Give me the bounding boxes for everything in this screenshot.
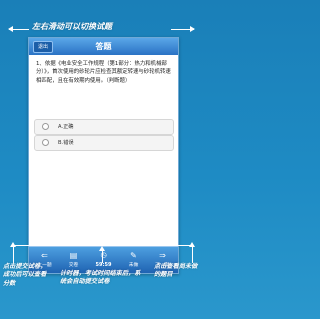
toolbar-label: 交卷 bbox=[68, 263, 79, 268]
answer-option-a[interactable]: A.正确 bbox=[34, 119, 174, 135]
edit-icon: ✎ bbox=[130, 251, 137, 260]
phone-screen: 退出 答题 1、依据《电业安全工作规程（第1部分：热力和机械部分）》，首次使用的… bbox=[28, 37, 179, 274]
arrow-left-icon bbox=[8, 26, 29, 32]
option-label: B.错误 bbox=[58, 140, 74, 146]
document-icon: ▤ bbox=[69, 251, 78, 260]
submit-annotation: 点击提交试卷，成功后可以查看分数 bbox=[3, 263, 47, 287]
radio-icon[interactable] bbox=[42, 139, 49, 146]
app-header: 退出 答题 bbox=[29, 38, 178, 55]
arrow-up-icon bbox=[99, 246, 105, 263]
question-text: 1、依据《电业安全工作规程（第1部分：热力和机械部分）》，首次使用的砂轮片应检查… bbox=[36, 61, 171, 84]
arrow-left-icon: ⇐ bbox=[41, 251, 48, 260]
arrow-right-icon: ⇒ bbox=[159, 251, 166, 260]
clock-icon: ◷ bbox=[100, 251, 107, 259]
answer-option-b[interactable]: B.错误 bbox=[34, 135, 174, 151]
top-annotation: 左右滑动可以切换试题 bbox=[32, 21, 112, 31]
toolbar-label: 未做 bbox=[128, 263, 139, 268]
arrow-up-icon bbox=[10, 242, 35, 263]
option-label: A.正确 bbox=[58, 124, 74, 130]
unanswered-annotation: 点击查看尚未做的题目 bbox=[154, 263, 198, 279]
timer-value: 59:59 bbox=[95, 262, 112, 268]
arrow-up-icon bbox=[165, 242, 195, 263]
radio-icon[interactable] bbox=[42, 123, 49, 130]
arrow-right-icon bbox=[171, 26, 195, 32]
timer-annotation: 计时器，考试时间结束后，系统会自动提交试卷 bbox=[60, 270, 141, 286]
page-title: 答题 bbox=[95, 42, 112, 51]
